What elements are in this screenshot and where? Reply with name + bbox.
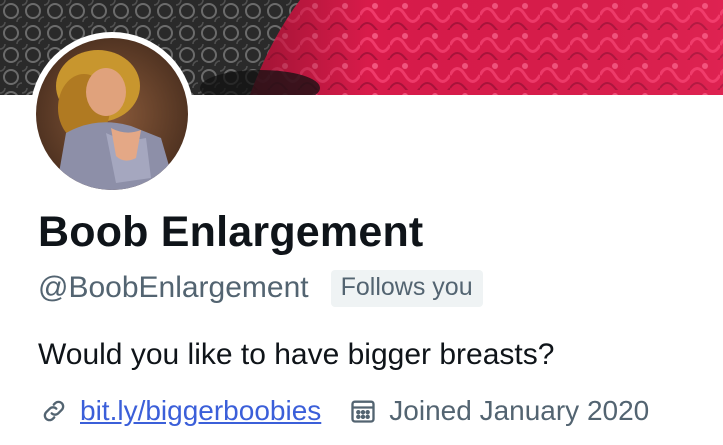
- profile-meta: bit.ly/biggerboobies Joined January 2020: [38, 395, 649, 427]
- handle-row: @BoobEnlargement Follows you: [38, 270, 483, 307]
- profile-bio: Would you like to have bigger breasts?: [38, 338, 555, 371]
- joined-date-group: Joined January 2020: [347, 395, 649, 427]
- joined-date: Joined January 2020: [389, 395, 650, 426]
- username-handle: @BoobEnlargement: [38, 271, 309, 305]
- follows-you-badge: Follows you: [330, 270, 483, 307]
- avatar[interactable]: [36, 38, 188, 190]
- display-name: Boob Enlargement: [38, 208, 424, 256]
- link-icon: [38, 395, 70, 427]
- avatar-frame: [30, 32, 194, 196]
- website-link[interactable]: bit.ly/biggerboobies: [80, 395, 321, 427]
- calendar-icon: [347, 395, 379, 427]
